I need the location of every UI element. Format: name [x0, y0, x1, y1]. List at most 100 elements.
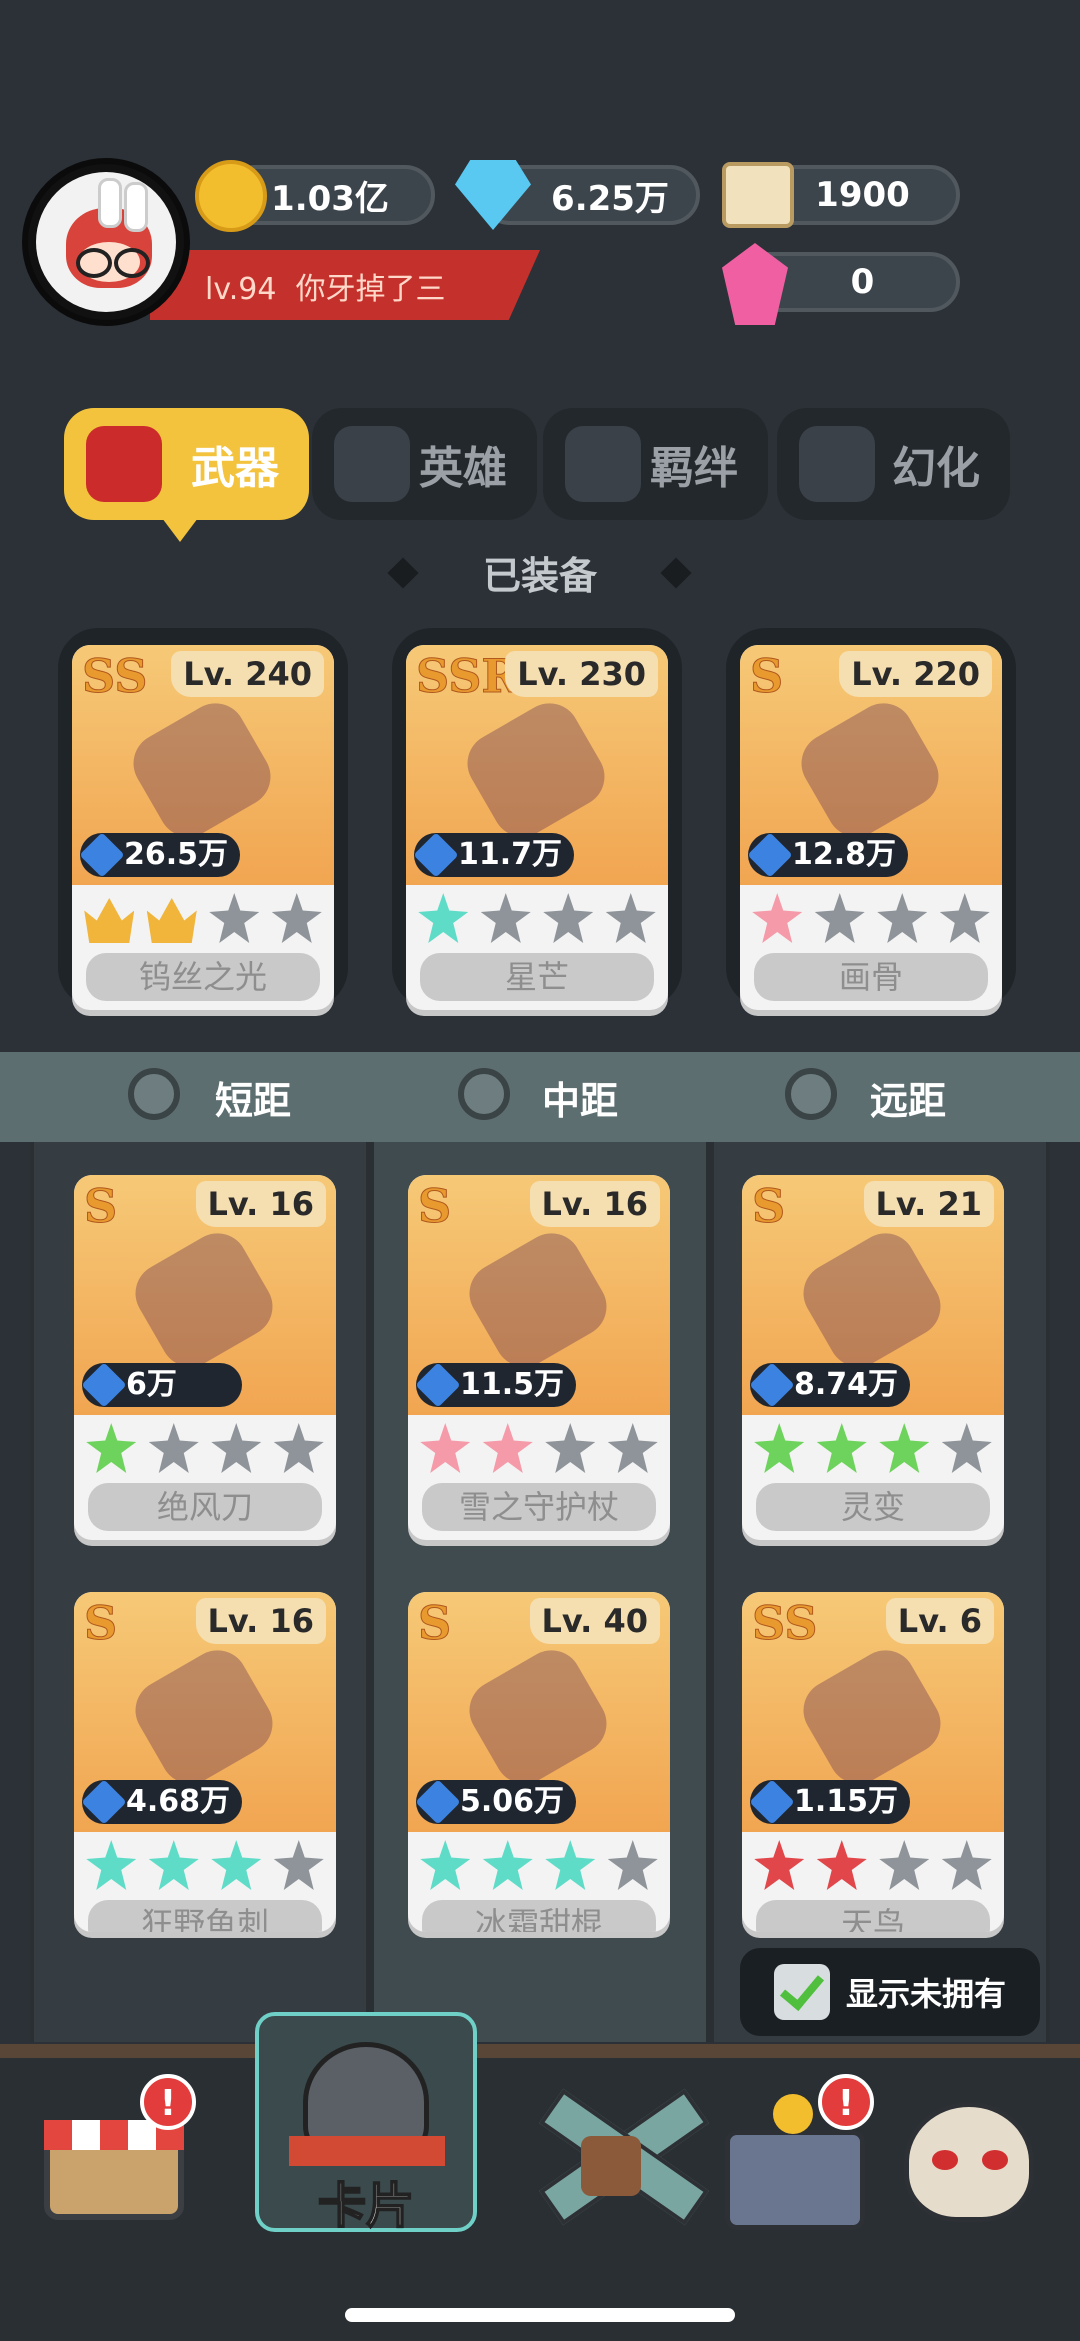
short-range-icon: [128, 1068, 180, 1120]
rating-star-icon: [482, 1423, 533, 1473]
helmet-band: [289, 2136, 445, 2166]
avatar[interactable]: [22, 158, 190, 326]
weapon-card[interactable]: S Lv. 16 4.68万 狂野鱼刺: [74, 1592, 336, 1932]
gold-coin-icon: [195, 160, 267, 232]
sword-power-icon: [749, 1362, 795, 1408]
weapon-level: Lv. 16: [529, 1181, 660, 1227]
rating-star-icon: [754, 1423, 805, 1473]
weapon-power: 8.74万: [749, 1362, 910, 1408]
player-name: 你牙掉了三: [295, 272, 446, 307]
rating-star-icon: [607, 1840, 658, 1890]
bond-icon: [565, 426, 641, 502]
weapon-rank: S: [83, 1596, 118, 1651]
home-indicator[interactable]: [345, 2308, 735, 2322]
weapon-power: 1.15万: [749, 1779, 910, 1825]
rating-star-icon: [271, 893, 322, 943]
tab-heroes[interactable]: 英雄: [312, 408, 537, 520]
rating-star-icon: [84, 898, 135, 943]
weapon-image: [456, 692, 616, 848]
rating-star-icon: [879, 1840, 930, 1890]
weapon-level: Lv. 21: [863, 1181, 994, 1227]
weapon-image: [792, 1639, 952, 1795]
rating-star-icon: [754, 1840, 805, 1890]
weapon-rank: S: [417, 1179, 452, 1234]
star-rating: [406, 893, 668, 943]
tab-bonds-label: 羁绊: [650, 443, 738, 494]
weapon-power-value: 12.8万: [792, 837, 897, 872]
weapon-rank: S: [749, 649, 784, 704]
chest-alert-badge: !: [818, 2074, 874, 2130]
weapon-level: Lv. 40: [529, 1598, 660, 1644]
player-level: lv.94: [205, 272, 277, 307]
long-range-label: 远距: [870, 1079, 947, 1123]
weapon-card[interactable]: S Lv. 16 11.5万雪之守护杖: [408, 1175, 670, 1540]
show-unowned-checkbox[interactable]: [774, 1964, 830, 2020]
mid-range-icon: [458, 1068, 510, 1120]
weapon-card[interactable]: SS Lv. 6 1.15万 天鸟: [742, 1592, 1004, 1932]
tab-transform[interactable]: 幻化: [777, 408, 1010, 520]
weapon-power: 5.06万: [415, 1779, 576, 1825]
weapon-image: [124, 1222, 284, 1378]
rating-star-icon: [545, 1840, 596, 1890]
weapon-level: Lv. 6: [885, 1598, 994, 1644]
weapon-image: [124, 1639, 284, 1795]
weapon-power: 11.7万: [413, 832, 574, 878]
sword-power-icon: [81, 1779, 127, 1825]
weapon-image: [790, 692, 950, 848]
nav-cards-label: 卡片: [317, 2177, 415, 2235]
sword-power-icon: [415, 1362, 461, 1408]
rating-star-icon: [545, 1423, 596, 1473]
helmet-icon: [334, 426, 410, 502]
skull-left-eye: [932, 2150, 958, 2170]
weapon-card[interactable]: S Lv. 16 6万 绝风刀: [74, 1175, 336, 1540]
weapon-power: 6万: [81, 1362, 242, 1408]
star-rating: [74, 1840, 336, 1890]
rating-star-icon: [148, 1423, 199, 1473]
skull-right-eye: [982, 2150, 1008, 2170]
weapon-rank: S: [83, 1179, 118, 1234]
rating-star-icon: [816, 1840, 867, 1890]
weapon-name: 狂野鱼刺: [88, 1900, 322, 1932]
rating-star-icon: [879, 1423, 930, 1473]
weapon-power-value: 1.15万: [794, 1784, 899, 1819]
weapon-power-value: 6万: [126, 1367, 177, 1402]
rating-star-icon: [607, 1423, 658, 1473]
nav-battle[interactable]: [525, 2080, 709, 2230]
tab-weapons[interactable]: 武器: [64, 408, 309, 520]
weapon-power-value: 11.5万: [460, 1367, 565, 1402]
show-unowned-toggle[interactable]: 显示未拥有: [740, 1948, 1040, 2036]
rating-star-icon: [605, 893, 656, 943]
weapon-card[interactable]: S Lv. 21 8.74万 灵变: [742, 1175, 1004, 1540]
rating-star-icon: [148, 1840, 199, 1890]
weapon-card[interactable]: S Lv. 40 5.06万 冰霜甜棍: [408, 1592, 670, 1932]
rating-star-icon: [816, 1423, 867, 1473]
sword-power-icon: [79, 832, 125, 878]
player-name-bar: lv.94 你牙掉了三: [150, 250, 540, 320]
rating-star-icon: [209, 893, 260, 943]
treasure-chest-icon: [725, 2130, 865, 2230]
weapon-name: 绝风刀: [88, 1483, 322, 1531]
mid-range-label: 中距: [542, 1079, 619, 1123]
nav-cards[interactable]: 卡片: [255, 2012, 477, 2235]
nav-boss[interactable]: [900, 2080, 1050, 2230]
tab-bonds[interactable]: 羁绊: [543, 408, 768, 520]
star-rating: [408, 1423, 670, 1473]
weapon-name: 天鸟: [756, 1900, 990, 1932]
sword-power-icon: [413, 832, 459, 878]
weapon-power: 12.8万: [747, 832, 908, 878]
transform-icon: [799, 426, 875, 502]
gold-value: 1.03亿: [271, 178, 389, 219]
weapon-card[interactable]: SS Lv. 240 26.5万 钨丝之光: [72, 645, 334, 1010]
rating-star-icon: [420, 1423, 471, 1473]
weapon-name: 雪之守护杖: [422, 1483, 656, 1531]
rating-star-icon: [418, 893, 469, 943]
coin-stack-icon: [773, 2094, 813, 2134]
weapon-name: 冰霜甜棍: [422, 1900, 656, 1932]
weapon-level: Lv. 240: [171, 651, 324, 697]
scroll-icon: [722, 162, 794, 228]
weapon-card[interactable]: S Lv. 220 12.8万 画骨: [740, 645, 1002, 1010]
weapon-card[interactable]: SSR Lv. 230 11.7万 星芒: [406, 645, 668, 1010]
weapon-tab-icon: [86, 426, 162, 502]
star-rating: [74, 1423, 336, 1473]
weapon-name: 灵变: [756, 1483, 990, 1531]
